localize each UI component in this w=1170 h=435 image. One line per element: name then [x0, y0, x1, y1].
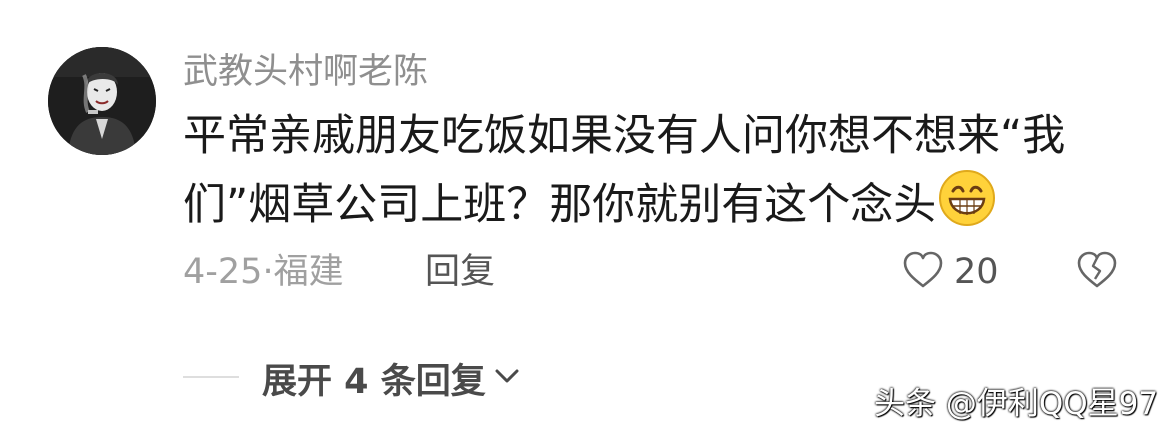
expand-divider: [183, 376, 239, 378]
like-count: 20: [954, 252, 999, 292]
heart-outline-icon: [902, 251, 944, 293]
reply-button[interactable]: 回复: [425, 250, 495, 294]
comment-body: 平常亲戚朋友吃饭如果没有人问你想不想来“我们”烟草公司上班？那你就别有这个念头: [183, 111, 1066, 230]
meta-separator: ·: [262, 252, 274, 292]
expand-replies-label: 展开 4 条回复: [262, 361, 486, 402]
comment-location: 福建: [273, 252, 344, 292]
comment-text: 平常亲戚朋友吃饭如果没有人问你想不想来“我们”烟草公司上班？那你就别有这个念头: [183, 104, 1113, 238]
broken-heart-icon: [1076, 251, 1118, 293]
user-avatar[interactable]: [48, 47, 156, 155]
chevron-down-icon: [494, 366, 520, 390]
comment-meta: 4-25·福建: [183, 250, 344, 294]
dislike-button[interactable]: [1076, 251, 1118, 293]
grinning-face-icon: [938, 169, 996, 227]
comment-date: 4-25: [183, 252, 263, 292]
watermark-text: 头条 @伊利QQ星97: [874, 386, 1159, 422]
like-button[interactable]: 20: [902, 250, 999, 294]
expand-replies-button[interactable]: 展开 4 条回复: [262, 355, 520, 402]
comment-username[interactable]: 武教头村啊老陈: [183, 50, 428, 94]
